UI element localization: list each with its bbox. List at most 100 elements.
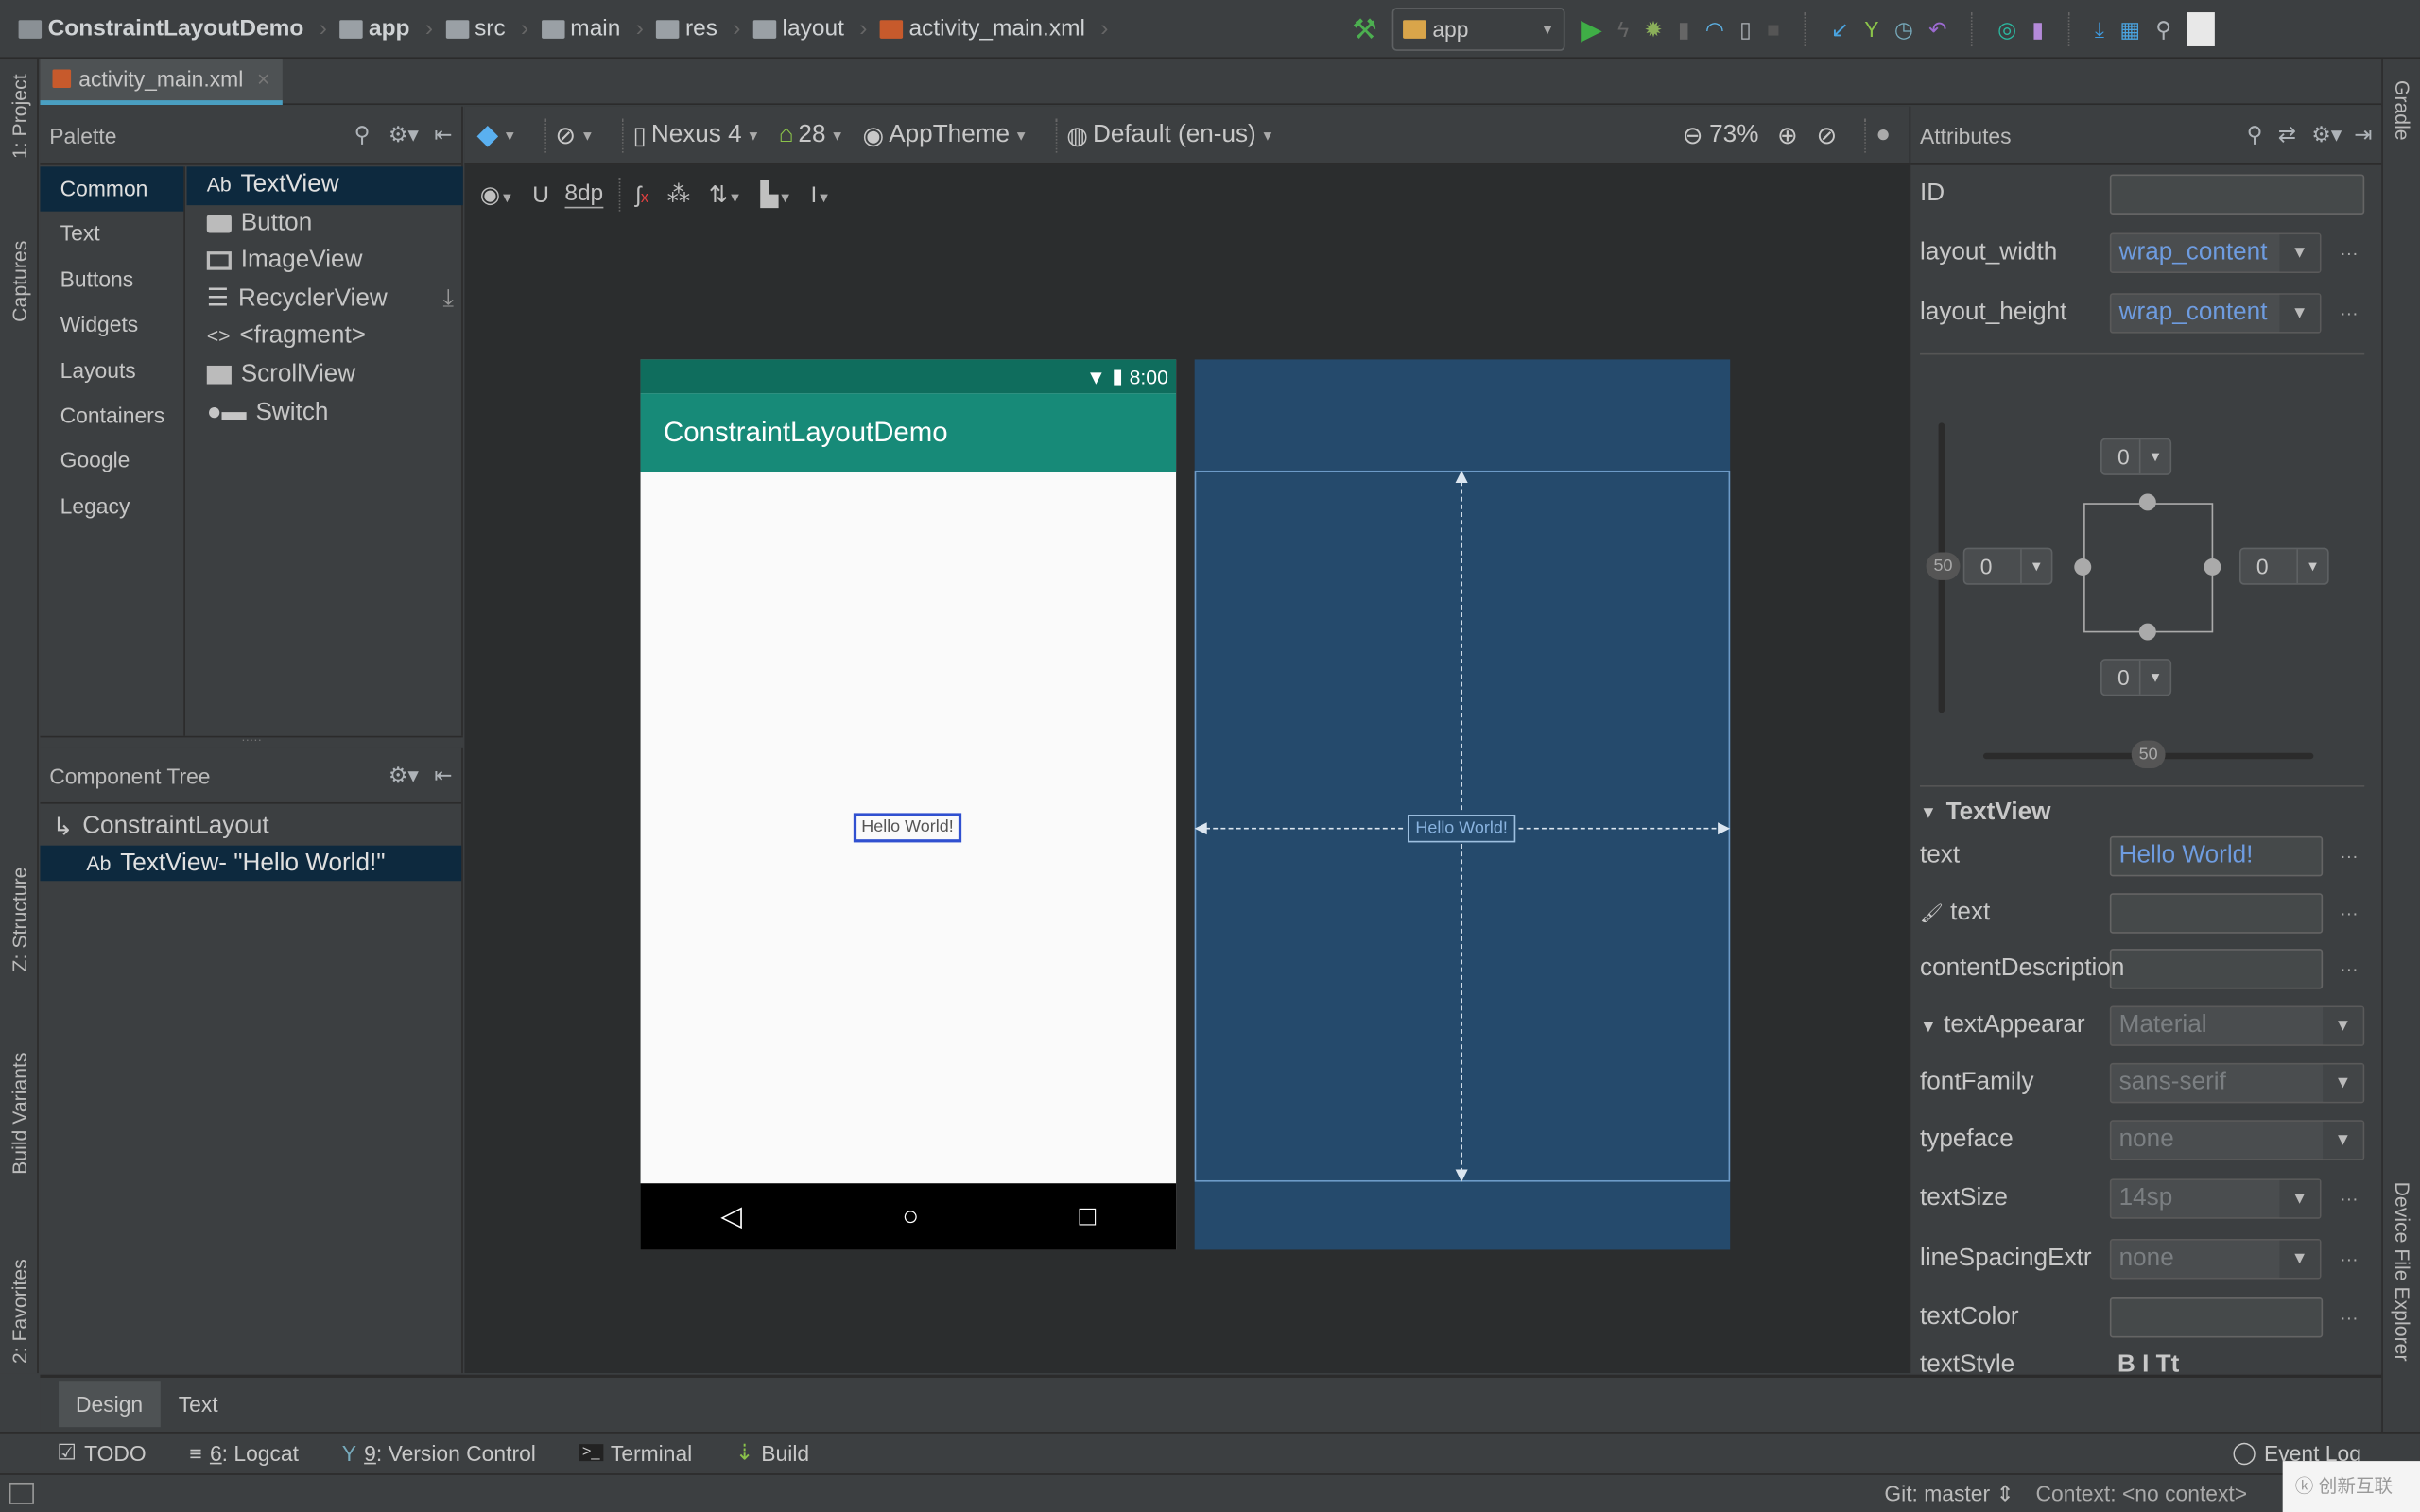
gradle-tool-tab[interactable]: Gradle (2391, 80, 2413, 141)
pack-icon[interactable]: ⇅▼ (709, 180, 742, 209)
vertical-bias-value[interactable]: 50 (1926, 552, 1961, 580)
palette-item-imageview[interactable]: ImageView (187, 243, 463, 281)
design-mode-button[interactable]: ◆ ▼ (476, 119, 516, 151)
text-appearance-select[interactable]: Material ▼ (2109, 1005, 2365, 1046)
warnings-icon[interactable]: ● (1876, 121, 1891, 148)
run-configuration-select[interactable]: app ▼ (1392, 8, 1565, 51)
terminal-tool-button[interactable]: >_ Terminal (579, 1440, 692, 1465)
tab-activity-main[interactable]: activity_main.xml × (40, 58, 283, 105)
breadcrumb-src[interactable]: src › (445, 15, 528, 42)
breadcrumb-res[interactable]: res › (655, 15, 740, 42)
more-icon[interactable]: ··· (2340, 1188, 2359, 1210)
vcs-history-icon[interactable]: ◷ (1894, 16, 1913, 43)
bottom-anchor[interactable] (2138, 623, 2156, 641)
recents-icon[interactable]: □ (1080, 1200, 1097, 1232)
avd-manager-icon[interactable]: ▮ (2031, 16, 2044, 43)
tree-item-textview[interactable]: Ab TextView- "Hello World!" (40, 845, 462, 882)
right-anchor[interactable] (2204, 558, 2221, 576)
margin-bottom-select[interactable]: 0 ▼ (2100, 659, 2172, 696)
user-avatar-icon[interactable] (2187, 12, 2215, 46)
palette-item-switch[interactable]: ●▬ Switch (187, 394, 463, 432)
captures-tool-tab[interactable]: Captures (8, 241, 30, 322)
layout-height-select[interactable]: wrap_content ▼ (2109, 293, 2322, 334)
infer-constraints-icon[interactable]: ⁂ (667, 180, 690, 209)
horizontal-bias-value[interactable]: 50 (2131, 740, 2166, 769)
expand-triangle-icon[interactable]: ▼ (1920, 1019, 1937, 1038)
hello-world-blueprint[interactable]: Hello World! (1407, 815, 1516, 843)
line-spacing-select[interactable]: none ▼ (2109, 1239, 2322, 1280)
zoom-in-button[interactable]: ⊕ (1777, 120, 1798, 151)
breadcrumb-layout[interactable]: layout › (752, 15, 867, 42)
palette-item-textview[interactable]: Ab TextView (186, 166, 463, 205)
stop-icon[interactable]: ■ (1767, 17, 1780, 42)
profiler-icon[interactable]: ◠ (1705, 16, 1724, 43)
more-icon[interactable]: ··· (2340, 302, 2359, 324)
git-branch[interactable]: Git: master ⇕ (1884, 1481, 2014, 1507)
toggle-tool-windows-icon[interactable] (9, 1482, 34, 1504)
palette-item-scrollview[interactable]: ScrollView (187, 356, 463, 394)
hide-panel-icon[interactable]: ⇤ (434, 763, 452, 789)
category-widgets[interactable]: Widgets (40, 302, 183, 348)
favorites-tool-tab[interactable]: 2: Favorites (8, 1259, 30, 1364)
build-variants-tool-tab[interactable]: Build Variants (8, 1052, 30, 1174)
more-icon[interactable]: ··· (2340, 846, 2359, 868)
orientation-button[interactable]: ⊘ ▼ (555, 120, 594, 151)
api-level-select[interactable]: ⌂ 28 ▼ (779, 121, 844, 148)
attach-debugger-icon[interactable]: ▮ (1678, 16, 1690, 43)
breadcrumb-app[interactable]: app › (338, 15, 433, 42)
tab-design[interactable]: Design (59, 1381, 161, 1428)
breadcrumb-main[interactable]: main › (541, 15, 644, 42)
download-icon[interactable]: ⤓ (442, 281, 454, 318)
clear-constraints-icon[interactable]: ʃx (635, 181, 648, 208)
text-style-buttons[interactable]: B I Tt (2118, 1351, 2179, 1373)
more-icon[interactable]: ··· (2340, 1307, 2359, 1329)
tools-text-input[interactable] (2109, 893, 2324, 934)
gear-icon[interactable]: ⚙▾ (389, 122, 419, 148)
palette-item-recyclerview[interactable]: ☰ RecyclerView ⤓ (187, 281, 463, 318)
category-containers[interactable]: Containers (40, 393, 183, 438)
hide-panel-icon[interactable]: ⇤ (434, 122, 452, 148)
palette-item-fragment[interactable]: <> <fragment> (187, 318, 463, 356)
category-common[interactable]: Common (40, 166, 184, 213)
vcs-commit-icon[interactable]: Y (1864, 17, 1878, 42)
debug-icon[interactable]: ✹ (1644, 16, 1662, 43)
margin-top-select[interactable]: 0 ▼ (2100, 438, 2172, 475)
tab-text[interactable]: Text (160, 1381, 236, 1427)
text-input[interactable]: Hello World! (2109, 835, 2324, 877)
more-icon[interactable]: ··· (2340, 902, 2359, 924)
zoom-out-button[interactable]: ⊖ (1683, 120, 1703, 151)
structure-tool-tab[interactable]: Z: Structure (8, 868, 30, 972)
align-icon[interactable]: ▙▼ (760, 180, 791, 209)
more-icon[interactable]: ··· (2340, 958, 2359, 980)
device-file-explorer-tab[interactable]: Device File Explorer (2391, 1182, 2413, 1362)
vcs-revert-icon[interactable]: ↶ (1928, 16, 1946, 43)
category-legacy[interactable]: Legacy (40, 484, 183, 529)
hello-world-textview[interactable]: Hello World! (853, 813, 962, 843)
sdk-manager-icon[interactable]: ⤓ (2095, 16, 2104, 43)
logcat-tool-button[interactable]: ≡ 6: Logcat (189, 1440, 299, 1465)
layout-width-select[interactable]: wrap_content ▼ (2109, 232, 2322, 273)
gear-icon[interactable]: ⚙▾ (389, 763, 419, 789)
top-anchor[interactable] (2138, 493, 2156, 511)
search-icon[interactable]: ⚲ (2155, 16, 2171, 43)
text-color-input[interactable] (2109, 1297, 2324, 1338)
build-hammer-icon[interactable]: ⚒ (1352, 13, 1376, 45)
palette-item-button[interactable]: Button (187, 204, 463, 242)
guidelines-icon[interactable]: I▼ (810, 181, 830, 208)
swap-view-icon[interactable]: ⇄ (2278, 122, 2296, 148)
locale-select[interactable]: ◍ Default (en-us) ▼ (1066, 120, 1274, 151)
default-margin-button[interactable]: 8dp (564, 180, 604, 209)
zoom-fit-button[interactable]: ⊘ (1817, 120, 1838, 151)
textview-section-header[interactable]: ▼ TextView (1920, 796, 2050, 830)
run-icon[interactable]: ▶ (1581, 13, 1602, 45)
autoconnect-magnet-icon[interactable]: U (532, 181, 549, 208)
margin-left-select[interactable]: 0 ▼ (1962, 547, 2053, 585)
apply-changes-icon[interactable]: ϟ (1617, 17, 1629, 42)
tree-item-constraintlayout[interactable]: ↳ ConstraintLayout (40, 807, 461, 846)
version-control-tool-button[interactable]: Y 9: Version Control (342, 1440, 536, 1465)
splitter-handle[interactable]: ····· (40, 733, 463, 748)
project-tool-tab[interactable]: 1: Project (8, 74, 30, 159)
view-options-button[interactable]: ◉▼ (480, 180, 514, 209)
build-tool-button[interactable]: ⇣ Build (735, 1439, 809, 1466)
device-select[interactable]: ▯ Nexus 4 ▼ (633, 120, 761, 151)
